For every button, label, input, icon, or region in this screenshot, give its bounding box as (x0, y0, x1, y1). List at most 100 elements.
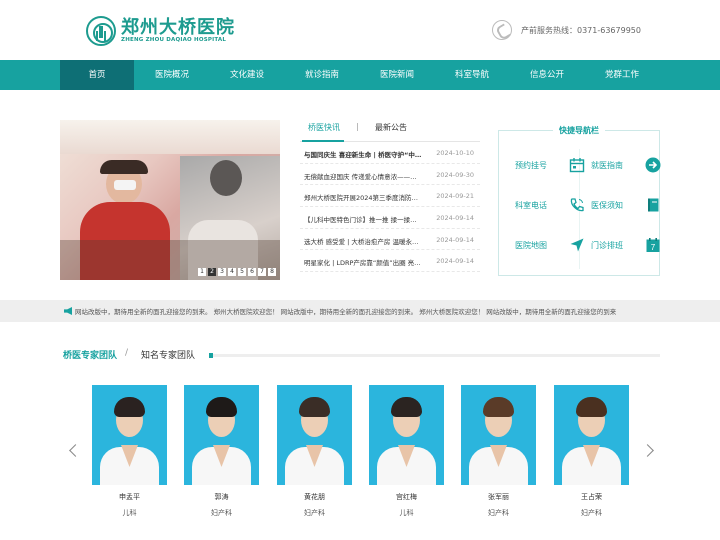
news-title[interactable]: 选大桥 感受爱 | 大桥治愈产房 温暖永… (304, 236, 430, 246)
heading-rule (209, 354, 660, 357)
banner-pagination: 1 2 3 4 5 6 7 8 (198, 268, 276, 276)
doctor-name[interactable]: 申孟平 (92, 492, 167, 502)
doctor-name[interactable]: 郭涛 (184, 492, 259, 502)
news-date: 2024-09-30 (436, 170, 474, 179)
hotline: 产前服务热线：0371-63679950 (492, 20, 641, 40)
news-title[interactable]: 明星家化 | LDRP产房靠“颜值”出圈 亮… (304, 257, 430, 267)
hospital-logo[interactable]: 郑州大桥医院 ZHENG ZHOU DAQIAO HOSPITAL (86, 16, 235, 46)
news-item[interactable]: 无偿献血迎国庆 传递爱心情意浓——… 2024-09-30 (300, 164, 480, 186)
news-date: 2024-09-21 (436, 192, 474, 201)
banner-page-dot[interactable]: 3 (218, 268, 226, 276)
location-arrow-icon (570, 238, 584, 252)
banner-page-dot[interactable]: 5 (238, 268, 246, 276)
nav-item-culture[interactable]: 文化建设 (210, 60, 284, 90)
doctor-department: 妇产科 (488, 509, 509, 517)
quick-link-dept-phone[interactable]: 科室电话 (515, 195, 585, 215)
banner-page-dot[interactable]: 1 (198, 268, 206, 276)
news-item[interactable]: 明星家化 | LDRP产房靠“颜值”出圈 亮… 2024-09-14 (300, 250, 480, 273)
news-item[interactable]: 郑州大桥医院开展2024第三季度消防… 2024-09-21 (300, 185, 480, 208)
quick-link-schedule[interactable]: 门诊排班 7 (591, 235, 661, 255)
news-item[interactable]: 选大桥 感受爱 | 大桥治愈产房 温暖永… 2024-09-14 (300, 229, 480, 251)
nav-item-guide[interactable]: 就诊指南 (285, 60, 359, 90)
quick-link-label: 科室电话 (515, 201, 547, 210)
doctor-hair (483, 397, 514, 417)
expert-team-heading: 桥医专家团队 / 知名专家团队 (63, 348, 660, 362)
news-item[interactable]: 与国同庆生 喜迎新生命 | 桥医守护“中… 2024-10-10 (300, 142, 480, 164)
banner-person-hair (100, 160, 148, 174)
doctor-photo (92, 385, 167, 485)
news-title[interactable]: 与国同庆生 喜迎新生命 | 桥医守护“中… (304, 149, 430, 159)
doctor-card[interactable]: 郭涛 妇产科 (184, 385, 259, 518)
doctor-card[interactable]: 宫红梅 儿科 (369, 385, 444, 518)
doctor-department: 妇产科 (211, 509, 232, 517)
quick-link-label: 医保须知 (591, 201, 623, 210)
banner-top-area (60, 120, 280, 154)
logo-emblem-icon (86, 16, 116, 46)
doctor-card[interactable]: 黄花朋 妇产科 (277, 385, 352, 518)
quick-link-appointment[interactable]: 预约挂号 (515, 155, 585, 175)
quick-nav-title-text: 快捷导航栏 (553, 126, 605, 135)
team-separator: / (125, 348, 129, 358)
quick-link-guide[interactable]: 就医指南 (591, 155, 661, 175)
doctor-card[interactable]: 申孟平 儿科 (92, 385, 167, 518)
news-title[interactable]: 无偿献血迎国庆 传递爱心情意浓——… (304, 171, 430, 181)
banner-page-dot[interactable]: 2 (208, 268, 216, 276)
doctor-hair (391, 397, 422, 417)
doctor-name[interactable]: 张军丽 (461, 492, 536, 502)
news-title[interactable]: 郑州大桥医院开展2024第三季度消防… (304, 192, 430, 202)
arrow-circle-icon (645, 157, 661, 173)
ticker-text: 网站改版中，期待用全新的面孔迎接您的到来。 郑州大桥医院欢迎您！ 网站改版中，期… (75, 308, 617, 316)
doctor-department: 妇产科 (304, 509, 325, 517)
doctor-hair (299, 397, 330, 417)
tab-hospital-news[interactable]: 桥医快讯 (308, 122, 340, 133)
quick-link-map[interactable]: 医院地图 (515, 235, 585, 255)
banner-page-dot[interactable]: 4 (228, 268, 236, 276)
news-item[interactable]: 【儿科中医特色门诊】推一推 揉一揉… 2024-09-14 (300, 207, 480, 229)
calendar-7-icon: 7 (646, 238, 660, 252)
banner-person2-head (210, 160, 242, 196)
banner-page-dot[interactable]: 8 (268, 268, 276, 276)
nav-item-home[interactable]: 首页 (60, 60, 134, 90)
doctor-department: 妇产科 (581, 509, 602, 517)
banner-page-dot[interactable]: 6 (248, 268, 256, 276)
news-title[interactable]: 【儿科中医特色门诊】推一推 揉一揉… (304, 214, 430, 224)
doctor-department: 儿科 (399, 509, 414, 517)
doctor-photo (461, 385, 536, 485)
banner-page-dot[interactable]: 7 (258, 268, 266, 276)
banner-person-mask (114, 180, 136, 190)
doctor-name[interactable]: 宫红梅 (369, 492, 444, 502)
doctor-name[interactable]: 王占荣 (554, 492, 629, 502)
doctor-photo (184, 385, 259, 485)
tab-latest-notice[interactable]: 最新公告 (375, 122, 407, 133)
doctor-card[interactable]: 张军丽 妇产科 (461, 385, 536, 518)
doctor-department: 儿科 (122, 509, 137, 517)
nav-item-overview[interactable]: 医院概况 (135, 60, 209, 90)
tab-separator: | (356, 122, 359, 131)
carousel-next-arrow[interactable] (644, 444, 654, 458)
heading-rule-accent (209, 353, 213, 358)
nav-item-departments[interactable]: 科室导航 (435, 60, 509, 90)
main-nav: 首页 医院概况 文化建设 就诊指南 医院新闻 科室导航 信息公开 党群工作 (0, 60, 720, 90)
speaker-icon (64, 307, 72, 315)
logo-chinese-name: 郑州大桥医院 (121, 17, 235, 38)
doctor-hair (576, 397, 607, 417)
doctor-photo (277, 385, 352, 485)
hotline-text: 产前服务热线：0371-63679950 (521, 25, 641, 35)
nav-item-news[interactable]: 医院新闻 (360, 60, 434, 90)
nav-item-party[interactable]: 党群工作 (585, 60, 659, 90)
doctor-name[interactable]: 黄花朋 (277, 492, 352, 502)
carousel-prev-arrow[interactable] (67, 444, 77, 458)
quick-link-insurance[interactable]: 医保须知 (591, 195, 661, 215)
news-date: 2024-09-14 (436, 257, 474, 266)
news-date: 2024-09-14 (436, 235, 474, 244)
team-title[interactable]: 桥医专家团队 (63, 348, 117, 361)
doctor-hair (114, 397, 145, 417)
logo-text: 郑州大桥医院 ZHENG ZHOU DAQIAO HOSPITAL (121, 18, 235, 44)
site-header: 郑州大桥医院 ZHENG ZHOU DAQIAO HOSPITAL 产前服务热线… (0, 0, 720, 60)
team-subtitle[interactable]: 知名专家团队 (141, 348, 195, 361)
doctor-hair (206, 397, 237, 417)
banner-slideshow[interactable]: 1 2 3 4 5 6 7 8 (60, 120, 280, 280)
news-date: 2024-09-14 (436, 214, 474, 223)
nav-item-disclosure[interactable]: 信息公开 (510, 60, 584, 90)
doctor-card[interactable]: 王占荣 妇产科 (554, 385, 629, 518)
